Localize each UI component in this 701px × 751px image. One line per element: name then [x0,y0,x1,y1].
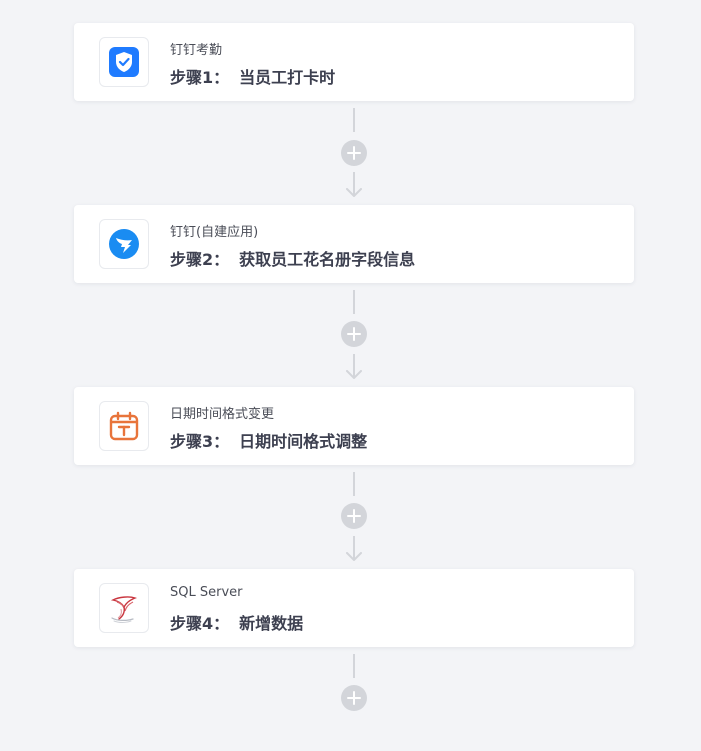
add-step-button-3[interactable] [341,503,367,529]
step-card-2[interactable]: 钉钉(自建应用) 步骤2： 获取员工花名册字段信息 [74,205,634,283]
dingtalk-attendance-icon [109,47,139,77]
step-4-label: 步骤4： [170,614,230,633]
step-2-action: 获取员工花名册字段信息 [239,250,416,269]
step-2-app-name: 钉钉(自建应用) [170,225,259,240]
dingtalk-app-icon [109,229,139,259]
step-1-app-name: 钉钉考勤 [170,43,223,58]
step-3-title: 步骤3： 日期时间格式调整 [170,428,367,452]
step-2-label: 步骤2： [170,250,230,269]
step-4-action: 新增数据 [239,614,304,633]
add-step-button-4[interactable] [341,685,367,711]
step-1-icon-box [99,37,149,87]
arrow-down-icon [346,370,362,379]
add-step-button-1[interactable] [341,140,367,166]
calendar-icon [109,411,139,441]
flow-canvas: 钉钉考勤 步骤1： 当员工打卡时 钉钉(自建应用) 步骤2： 获取员工花名册字段信息 [0,0,701,751]
connector-4-line-top [353,654,355,678]
step-card-3[interactable]: 日期时间格式变更 步骤3： 日期时间格式调整 [74,387,634,465]
step-1-title: 步骤1： 当员工打卡时 [170,64,335,88]
step-card-4[interactable]: SQL Server 步骤4： 新增数据 [74,569,634,647]
step-4-title: 步骤4： 新增数据 [170,610,303,634]
step-3-label: 步骤3： [170,432,230,451]
sql-server-icon [110,596,138,623]
step-card-1[interactable]: 钉钉考勤 步骤1： 当员工打卡时 [74,23,634,101]
step-4-icon-box [99,583,149,633]
step-2-title: 步骤2： 获取员工花名册字段信息 [170,246,415,270]
arrow-down-icon [346,552,362,561]
connector-4 [340,654,368,716]
connector-2 [340,290,368,382]
step-4-app-name: SQL Server [170,585,243,600]
step-2-icon-box [99,219,149,269]
step-3-app-name: 日期时间格式变更 [170,407,275,422]
add-step-button-2[interactable] [341,321,367,347]
connector-2-line-top [353,290,355,314]
step-1-label: 步骤1： [170,68,230,87]
step-1-action: 当员工打卡时 [239,68,336,87]
connector-1 [340,108,368,200]
step-3-icon-box [99,401,149,451]
connector-3-line-top [353,472,355,496]
arrow-down-icon [346,188,362,197]
step-3-action: 日期时间格式调整 [239,432,368,451]
connector-1-line-top [353,108,355,132]
connector-3 [340,472,368,564]
